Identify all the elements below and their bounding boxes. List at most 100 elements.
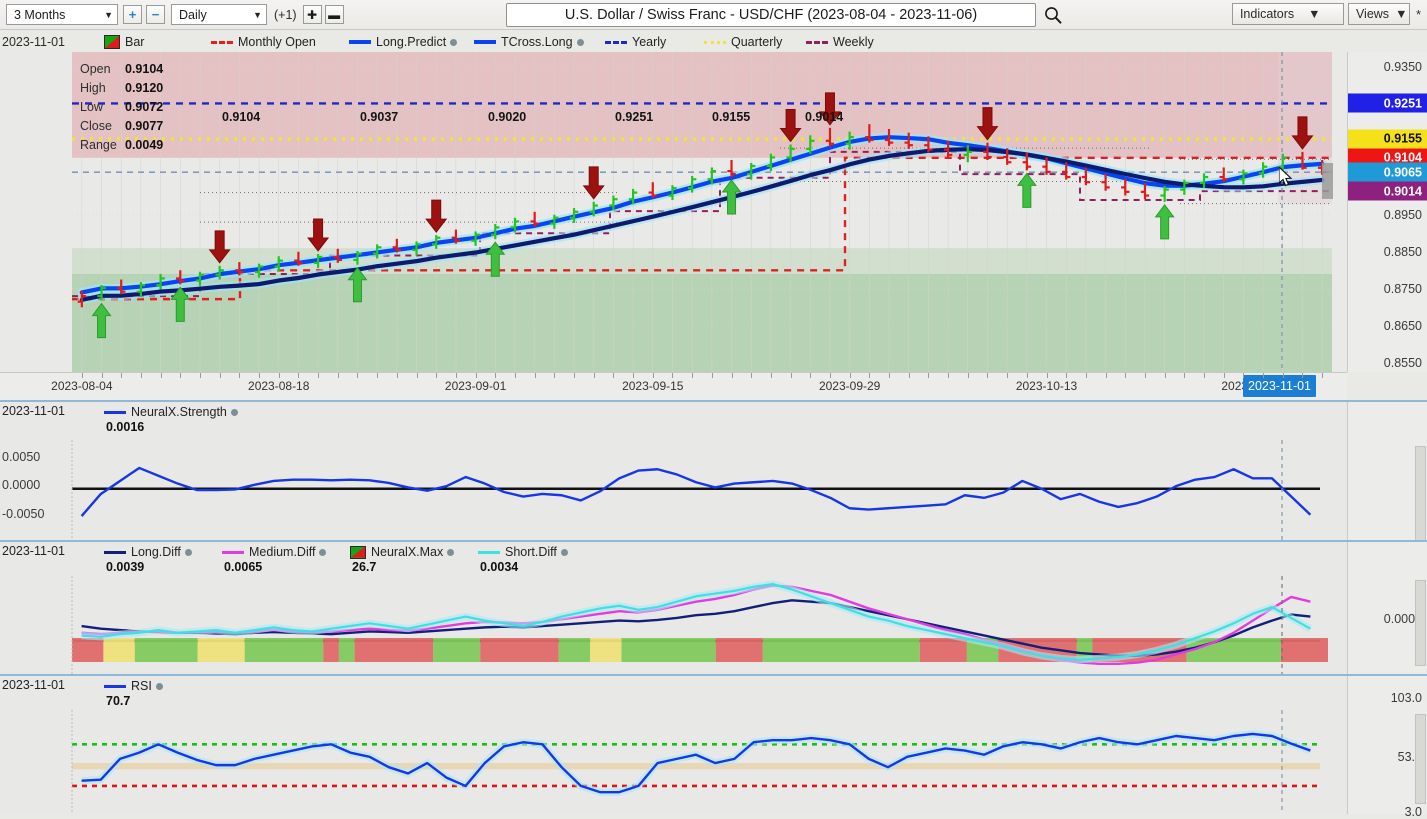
main-price-chart[interactable]: Open 0.9104 High 0.9120 Low 0.9072 Close 0.9077… — [0, 52, 1347, 372]
legend-date: 2023-11-01 — [2, 35, 66, 49]
axis-tick-mark — [1322, 373, 1324, 378]
legend-item-monthly-open[interactable]: Monthly Open — [211, 33, 316, 51]
price-chart-canvas — [0, 52, 1347, 372]
price-axis[interactable]: 0.9350 0.8950 0.8850 0.8750 0.8650 0.8550 0.92… — [1347, 52, 1427, 372]
legend-item-yearly[interactable]: Yearly — [605, 33, 666, 51]
axis-tick-mark — [770, 373, 772, 378]
panel-scrollbar[interactable] — [1415, 714, 1426, 804]
line-swatch-icon — [478, 550, 500, 554]
panel-date: 2023-11-01 — [2, 544, 66, 558]
axis-tick-mark — [711, 373, 713, 378]
axis-tick-mark — [514, 373, 516, 378]
panel-axis[interactable]: 0.0000 — [1347, 542, 1427, 676]
settings-dot-icon[interactable] — [230, 408, 238, 416]
date-tick: 2023-09-01 — [444, 379, 507, 393]
legend-value: 0.9037 — [360, 110, 399, 124]
legend-item-bar[interactable]: Bar — [104, 33, 144, 51]
panel-diff[interactable]: 2023-11-01 Long.Diff Medium.Diff NeuralX.M… — [0, 540, 1427, 676]
range-plus-button[interactable]: + — [123, 5, 142, 24]
chevron-down-icon: ▼ — [104, 9, 113, 20]
panel-axis-tick: 0.0000 — [2, 478, 41, 492]
legend-item-tcross-long[interactable]: TCross.Long — [474, 33, 584, 51]
date-axis[interactable]: 2023-08-04 2023-08-18 2023-09-01 2023-09-15… — [0, 372, 1347, 401]
panel-legend-label: Short.Diff — [505, 545, 557, 559]
legend-value: 0.9251 — [615, 110, 654, 124]
panel-axis-tick: 0.0050 — [2, 450, 41, 464]
settings-dot-icon[interactable] — [184, 548, 192, 556]
panel-scrollbar[interactable] — [1415, 580, 1426, 666]
axis-tick-mark — [337, 373, 339, 378]
ohlc-row: Open 0.9104 — [80, 60, 163, 79]
price-badge[interactable]: 0.9065 — [1348, 162, 1427, 182]
axis-tick-mark — [987, 373, 989, 378]
panel-scrollbar[interactable] — [1415, 446, 1426, 542]
offset-plus-button[interactable]: ✚ — [302, 5, 322, 24]
legend-value: 0.9014 — [805, 110, 844, 124]
panel-legend-item-neuralx-strength[interactable]: NeuralX.Strength — [104, 403, 238, 421]
panel-neuralx-strength[interactable]: 2023-11-01 NeuralX.Strength ▼ ✕ 0.0016 0… — [0, 400, 1427, 548]
range-select[interactable]: 3 Months ▼ — [6, 4, 118, 25]
panel-value: 26.7 — [352, 560, 377, 574]
axis-tick-mark — [436, 373, 438, 378]
axis-tick-mark — [1223, 373, 1225, 378]
chevron-down-icon: ▼ — [253, 9, 262, 20]
offset-label: (+1) — [274, 7, 297, 22]
panel-axis[interactable]: 103.0 53.0 3.0 — [1347, 676, 1427, 819]
axis-tick-mark — [455, 373, 457, 378]
panel-legend-label: NeuralX.Max — [371, 545, 444, 559]
settings-dot-icon[interactable] — [450, 38, 458, 46]
search-icon[interactable] — [1043, 5, 1063, 25]
axis-tick-mark — [160, 373, 162, 378]
panel-legend-item-long-diff[interactable]: Long.Diff — [104, 543, 192, 561]
main-chart-legend: 2023-11-01 Bar Monthly Open Long.Predict TC… — [0, 32, 1427, 52]
panel-values: 0.0016 — [0, 420, 1427, 436]
panel-value: 70.7 — [106, 694, 131, 708]
settings-dot-icon[interactable] — [447, 548, 455, 556]
axis-tick-mark — [751, 373, 753, 378]
panel-header: 2023-11-01 NeuralX.Strength ▼ ✕ — [0, 402, 1427, 420]
panel-value: 0.0039 — [106, 560, 145, 574]
panel-rsi[interactable]: 2023-11-01 RSI ▼ ✕ 70.7 103.053.03.0 — [0, 674, 1427, 819]
legend-values-row: 0.9104 0.9037 0.9020 0.9251 0.9155 0.9014 — [0, 110, 1347, 126]
panel-axis-tick: -0.0050 — [2, 507, 45, 521]
legend-item-long-predict[interactable]: Long.Predict — [349, 33, 458, 51]
panel-legend-item-neuralx-max[interactable]: NeuralX.Max — [350, 543, 455, 561]
settings-dot-icon[interactable] — [155, 682, 163, 690]
views-dropdown[interactable]: Views ▼ — [1347, 3, 1410, 25]
settings-dot-icon[interactable] — [560, 548, 568, 556]
axis-tick-mark — [908, 373, 910, 378]
panel-legend-item-medium-diff[interactable]: Medium.Diff — [222, 543, 327, 561]
price-badge[interactable]: 0.9155 — [1348, 129, 1427, 149]
indicators-label: Indicators — [1239, 7, 1295, 21]
axis-tick-mark — [239, 373, 241, 378]
axis-tick-mark — [633, 373, 635, 378]
date-tick: 2023-09-29 — [818, 379, 881, 393]
axis-tick-mark — [1204, 373, 1206, 378]
axis-tick-mark — [1007, 373, 1009, 378]
axis-tick-mark — [1282, 373, 1284, 378]
panel-plot — [0, 576, 1347, 674]
axis-tick-mark — [199, 373, 201, 378]
indicators-dropdown[interactable]: Indicators ▼ — [1231, 3, 1344, 25]
panel-axis[interactable] — [1347, 402, 1427, 548]
legend-value: 0.9020 — [488, 110, 527, 124]
price-badge[interactable]: 0.9251 — [1348, 93, 1427, 113]
settings-dot-icon[interactable] — [576, 38, 584, 46]
chevron-down-icon: ▼ — [1395, 7, 1408, 21]
panel-legend-item-rsi[interactable]: RSI — [104, 677, 163, 695]
offset-minus-button[interactable]: ▬ — [324, 5, 344, 24]
interval-select[interactable]: Daily ▼ — [171, 4, 267, 25]
legend-item-quarterly[interactable]: Quarterly — [704, 33, 782, 51]
legend-item-weekly[interactable]: Weekly — [806, 33, 874, 51]
settings-dot-icon[interactable] — [319, 548, 327, 556]
axis-tick-mark — [1085, 373, 1087, 378]
axis-tick-mark — [1026, 373, 1028, 378]
panel-plot — [0, 440, 1347, 544]
price-badge[interactable]: 0.9014 — [1348, 181, 1427, 201]
legend-value: 0.9155 — [712, 110, 751, 124]
range-minus-button[interactable]: − — [146, 5, 165, 24]
panel-legend-item-short-diff[interactable]: Short.Diff — [478, 543, 568, 561]
axis-tick-mark — [790, 373, 792, 378]
ohlc-key: Low — [80, 100, 103, 114]
symbol-input[interactable]: U.S. Dollar / Swiss Franc - USD/CHF (202… — [506, 3, 1036, 27]
